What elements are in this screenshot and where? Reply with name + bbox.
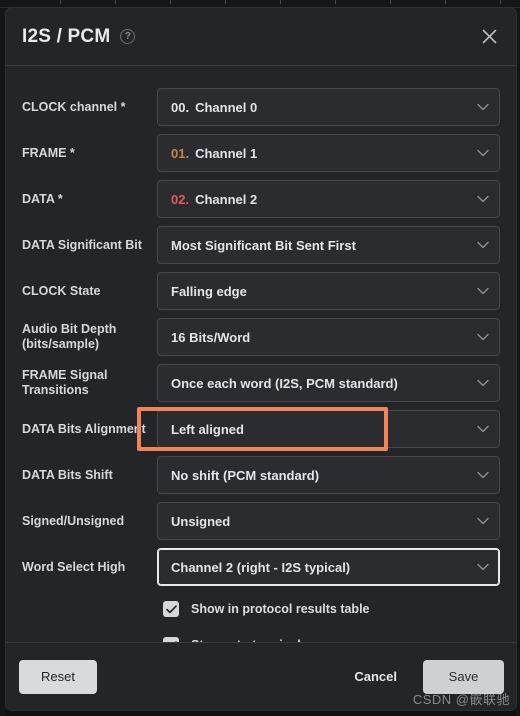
select-frame-channel-value: Channel 1: [195, 145, 258, 161]
select-audio-bit-depth-value: 16 Bits/Word: [171, 329, 251, 345]
select-word-select-high[interactable]: Channel 2 (right - I2S typical): [157, 548, 500, 586]
label-clock-state: CLOCK State: [22, 283, 101, 298]
row-clock-channel: CLOCK channel * 00. Channel 0: [22, 88, 500, 126]
channel-index-0: 00.: [171, 99, 190, 115]
select-data-bits-alignment-value: Left aligned: [171, 421, 244, 437]
select-frame-channel-text: 01. Channel 1: [171, 146, 469, 161]
chevron-down-icon: [477, 195, 489, 203]
label-signed-unsigned: Signed/Unsigned: [22, 513, 125, 528]
select-data-bits-shift-value: No shift (PCM standard): [171, 467, 320, 483]
chevron-down-icon: [477, 103, 489, 111]
row-audio-bit-depth: Audio Bit Depth (bits/sample) 16 Bits/Wo…: [22, 318, 500, 356]
chevron-down-icon: [477, 287, 489, 295]
chevron-down-icon: [477, 425, 489, 433]
chevron-down-icon: [477, 149, 489, 157]
select-data-significant-bit-value: Most Significant Bit Sent First: [171, 237, 356, 253]
chevron-down-icon: [477, 379, 489, 387]
cancel-button[interactable]: Cancel: [342, 660, 409, 694]
select-word-select-high-value: Channel 2 (right - I2S typical): [171, 559, 351, 575]
row-data-bits-shift: DATA Bits Shift No shift (PCM standard): [22, 456, 500, 494]
select-clock-state-value: Falling edge: [171, 283, 247, 299]
close-icon[interactable]: [474, 22, 504, 52]
help-circle-icon[interactable]: ?: [120, 29, 136, 44]
select-frame-signal-transitions[interactable]: Once each word (I2S, PCM standard): [157, 364, 500, 402]
label-data-bits-shift: DATA Bits Shift: [22, 467, 113, 482]
label-data-significant-bit: DATA Significant Bit: [22, 237, 142, 252]
row-frame-signal-transitions: FRAME Signal Transitions Once each word …: [22, 364, 500, 402]
label-data-bits-alignment: DATA Bits Alignment: [22, 421, 146, 436]
select-data-bits-shift[interactable]: No shift (PCM standard): [157, 456, 500, 494]
select-data-bits-alignment[interactable]: Left aligned: [157, 410, 500, 448]
i2s-pcm-settings-dialog: I2S / PCM ? CLOCK channel * 00. Channel 0…: [5, 7, 517, 711]
label-frame-signal-transitions: FRAME Signal Transitions: [22, 368, 108, 397]
select-data-channel-text: 02. Channel 2: [171, 192, 469, 207]
checkbox-row-stream-to-terminal[interactable]: Stream to terminal: [157, 630, 500, 642]
select-clock-state[interactable]: Falling edge: [157, 272, 500, 310]
channel-index-1: 01.: [171, 145, 190, 161]
row-clock-state: CLOCK State Falling edge: [22, 272, 500, 310]
row-data-significant-bit: DATA Significant Bit Most Significant Bi…: [22, 226, 500, 264]
checkbox-label-show-in-protocol-results-table: Show in protocol results table: [191, 602, 370, 616]
chevron-down-icon: [477, 517, 489, 525]
dialog-footer: Reset Cancel Save CSDN @嵌联驰: [6, 642, 516, 710]
select-clock-channel-value: Channel 0: [195, 99, 258, 115]
select-frame-channel[interactable]: 01. Channel 1: [157, 134, 500, 172]
chevron-down-icon: [477, 563, 489, 571]
select-clock-channel-text: 00. Channel 0: [171, 100, 469, 115]
reset-button[interactable]: Reset: [19, 659, 97, 694]
select-signed-unsigned-value: Unsigned: [171, 513, 231, 529]
page-title: I2S / PCM: [22, 25, 111, 47]
dialog-body: CLOCK channel * 00. Channel 0 FRAME * 01.…: [6, 66, 516, 642]
row-frame-channel: FRAME * 01. Channel 1: [22, 134, 500, 172]
checkbox-show-in-protocol-results-table[interactable]: [163, 601, 179, 617]
select-clock-channel[interactable]: 00. Channel 0: [157, 88, 500, 126]
dialog-header: I2S / PCM ?: [6, 8, 516, 66]
row-data-channel: DATA * 02. Channel 2: [22, 180, 500, 218]
row-word-select-high: Word Select High Channel 2 (right - I2S …: [22, 548, 500, 586]
select-audio-bit-depth[interactable]: 16 Bits/Word: [157, 318, 500, 356]
row-signed-unsigned: Signed/Unsigned Unsigned: [22, 502, 500, 540]
row-data-bits-alignment: DATA Bits Alignment Left aligned: [22, 410, 500, 448]
select-data-channel-value: Channel 2: [195, 191, 258, 207]
select-data-significant-bit[interactable]: Most Significant Bit Sent First: [157, 226, 500, 264]
chevron-down-icon: [477, 471, 489, 479]
label-clock-channel: CLOCK channel *: [22, 99, 126, 114]
select-frame-signal-transitions-value: Once each word (I2S, PCM standard): [171, 375, 398, 391]
chevron-down-icon: [477, 333, 489, 341]
save-button[interactable]: Save: [423, 659, 504, 694]
label-audio-bit-depth: Audio Bit Depth (bits/sample): [22, 322, 117, 351]
label-data-channel: DATA *: [22, 191, 63, 206]
chevron-down-icon: [477, 241, 489, 249]
label-frame-channel: FRAME *: [22, 145, 75, 160]
label-word-select-high: Word Select High: [22, 559, 126, 574]
channel-index-2: 02.: [171, 191, 190, 207]
select-data-channel[interactable]: 02. Channel 2: [157, 180, 500, 218]
checkbox-row-show-in-protocol-results-table[interactable]: Show in protocol results table: [157, 594, 500, 624]
select-signed-unsigned[interactable]: Unsigned: [157, 502, 500, 540]
